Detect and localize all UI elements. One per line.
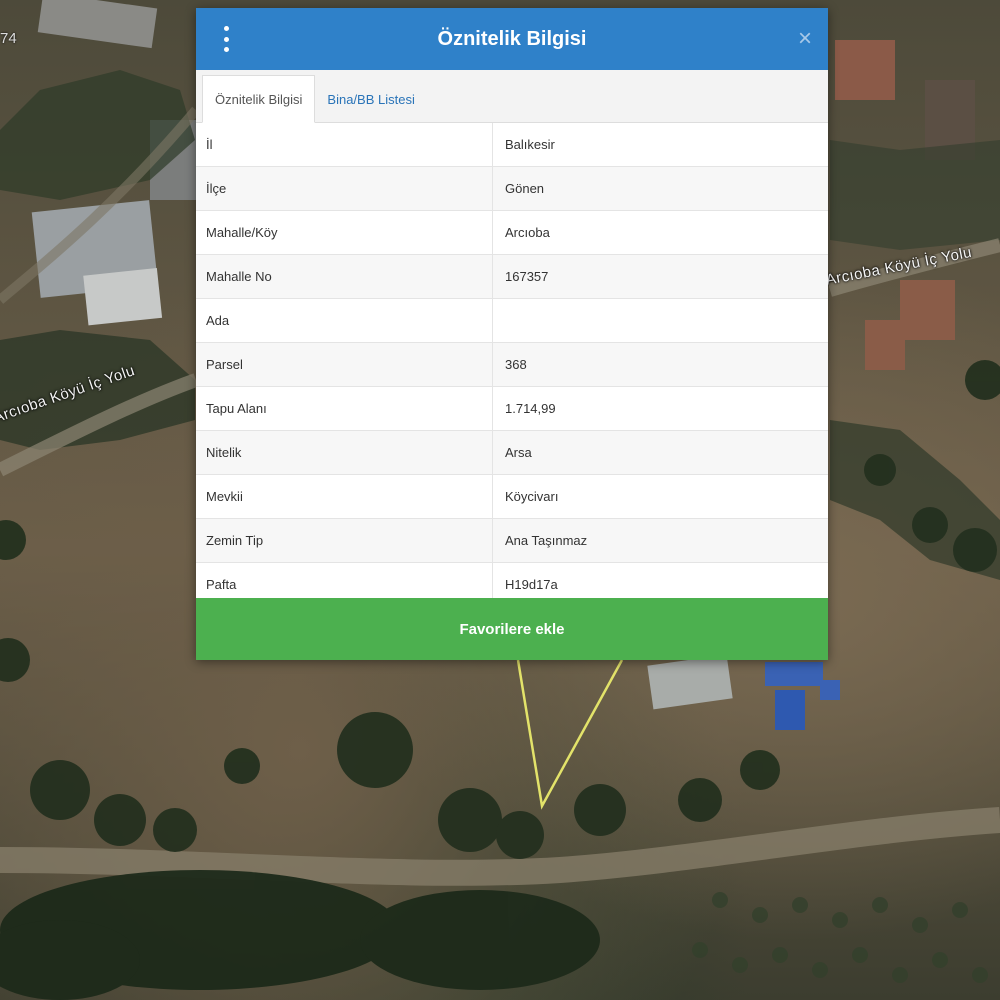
add-to-favorites-button[interactable]: Favorilere ekle bbox=[196, 598, 828, 660]
row-key: İl bbox=[196, 123, 493, 166]
map-corner-label: 74 bbox=[0, 30, 17, 47]
table-row: Parsel 368 bbox=[196, 343, 828, 387]
table-row: Nitelik Arsa bbox=[196, 431, 828, 475]
row-value: Balıkesir bbox=[505, 137, 555, 152]
tab-building-list[interactable]: Bina/BB Listesi bbox=[315, 76, 426, 122]
dialog-title: Öznitelik Bilgisi bbox=[437, 27, 587, 50]
table-row: Zemin Tip Ana Taşınmaz bbox=[196, 519, 828, 563]
tab-attribute-info[interactable]: Öznitelik Bilgisi bbox=[202, 75, 316, 123]
row-key: Parsel bbox=[196, 343, 493, 386]
table-row: Pafta H19d17a bbox=[196, 563, 828, 598]
table-row: Ada bbox=[196, 299, 828, 343]
attribute-info-dialog: Öznitelik Bilgisi × Öznitelik Bilgisi Bi… bbox=[196, 8, 828, 660]
row-key: Pafta bbox=[196, 563, 493, 598]
row-key: İlçe bbox=[196, 167, 493, 210]
row-value: Arcıoba bbox=[505, 225, 550, 240]
row-value: Köycivarı bbox=[505, 489, 559, 504]
row-value: H19d17a bbox=[505, 577, 558, 592]
row-key: Mevkii bbox=[196, 475, 493, 518]
table-row: Mahalle No 167357 bbox=[196, 255, 828, 299]
table-row: Mevkii Köycivarı bbox=[196, 475, 828, 519]
row-key: Ada bbox=[196, 299, 493, 342]
row-key: Tapu Alanı bbox=[196, 387, 493, 430]
kebab-menu-icon[interactable] bbox=[216, 26, 236, 52]
tab-bar: Öznitelik Bilgisi Bina/BB Listesi bbox=[196, 70, 828, 123]
table-row: İlçe Gönen bbox=[196, 167, 828, 211]
table-row: Tapu Alanı 1.714,99 bbox=[196, 387, 828, 431]
attribute-table: İl Balıkesir İlçe Gönen Mahalle/Köy Arcı… bbox=[196, 123, 828, 598]
row-key: Nitelik bbox=[196, 431, 493, 474]
row-value: 368 bbox=[505, 357, 527, 372]
row-value bbox=[493, 299, 828, 342]
row-value: Gönen bbox=[505, 181, 545, 196]
row-value: Arsa bbox=[505, 445, 532, 460]
table-row: İl Balıkesir bbox=[196, 123, 828, 167]
close-icon[interactable]: × bbox=[798, 24, 812, 54]
dialog-header: Öznitelik Bilgisi × bbox=[196, 8, 828, 70]
row-key: Zemin Tip bbox=[196, 519, 493, 562]
row-value: Ana Taşınmaz bbox=[505, 533, 588, 548]
row-value: 1.714,99 bbox=[505, 401, 556, 416]
table-row: Mahalle/Köy Arcıoba bbox=[196, 211, 828, 255]
row-key: Mahalle/Köy bbox=[196, 211, 493, 254]
row-value: 167357 bbox=[505, 269, 549, 284]
row-key: Mahalle No bbox=[196, 255, 493, 298]
